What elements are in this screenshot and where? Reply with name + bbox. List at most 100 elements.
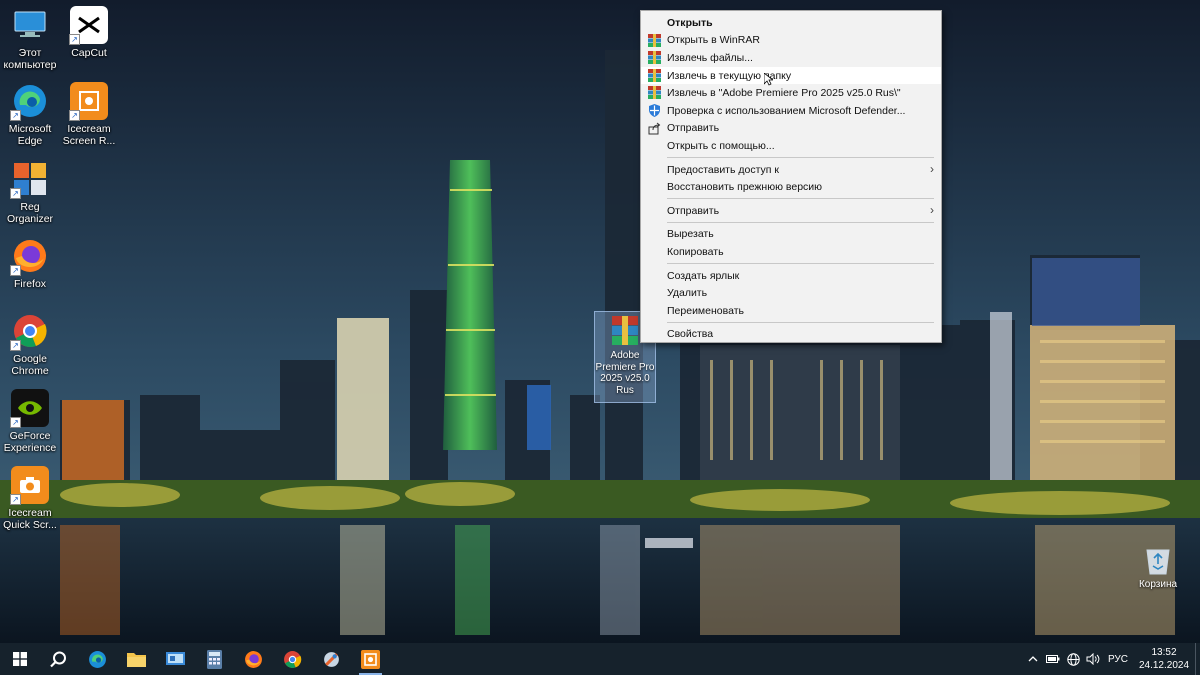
menu-item-open-with[interactable]: Открыть с помощью... xyxy=(641,137,941,155)
clock[interactable]: 13:52 24.12.2024 xyxy=(1133,646,1195,672)
desktop-icon-label: Google Chrome xyxy=(11,353,49,377)
menu-item-rename[interactable]: Переименовать xyxy=(641,302,941,320)
chevron-up-icon[interactable] xyxy=(1023,643,1043,675)
menu-item-label: Удалить xyxy=(667,287,708,300)
system-tray: РУС 13:52 24.12.2024 xyxy=(1023,643,1200,675)
shortcut-arrow-icon: ↗ xyxy=(10,110,21,121)
language-indicator[interactable]: РУС xyxy=(1103,654,1133,665)
edge-icon: ↗ xyxy=(10,82,49,121)
desktop-icon-icecream-quick[interactable]: ↗ Icecream Quick Scr... xyxy=(0,466,62,531)
menu-item-label: Открыть в WinRAR xyxy=(667,34,760,47)
taskbar: РУС 13:52 24.12.2024 xyxy=(0,643,1200,675)
shortcut-arrow-icon: ↗ xyxy=(10,265,21,276)
shortcut-arrow-icon: ↗ xyxy=(69,34,80,45)
desktop-icon-this-pc[interactable]: Этот компьютер xyxy=(0,6,62,71)
chevron-right-icon: › xyxy=(930,202,934,217)
capcut-icon: ↗ xyxy=(69,6,108,45)
taskbar-reg-organizer[interactable] xyxy=(312,643,351,675)
desktop-icon-label: Icecream Quick Scr... xyxy=(3,507,57,531)
menu-item-extract-files[interactable]: Извлечь файлы... xyxy=(641,49,941,67)
desktop-icon-label: Этот компьютер xyxy=(3,47,57,71)
winrar-icon xyxy=(648,68,661,82)
desktop-icon-geforce[interactable]: ↗ GeForce Experience xyxy=(0,389,62,454)
desktop-icon-label: Microsoft Edge xyxy=(8,123,52,147)
menu-item-label: Создать ярлык xyxy=(667,269,740,282)
menu-item-give-access[interactable]: Предоставить доступ к › xyxy=(641,161,941,179)
file-label: Adobe Premiere Pro 2025 v25.0 Rus xyxy=(595,350,655,396)
shortcut-arrow-icon: ↗ xyxy=(10,417,21,428)
desktop-icon-label: CapCut xyxy=(71,47,107,59)
clock-date: 24.12.2024 xyxy=(1138,660,1190,671)
reg-organizer-icon: ↗ xyxy=(10,160,49,199)
control-panel-icon xyxy=(166,652,185,665)
menu-item-share[interactable]: Отправить xyxy=(641,120,941,138)
shortcut-arrow-icon: ↗ xyxy=(10,494,21,505)
menu-item-create-shortcut[interactable]: Создать ярлык xyxy=(641,267,941,285)
desktop-icon-reg-organizer[interactable]: ↗ Reg Organizer xyxy=(0,160,62,225)
menu-item-label: Отправить xyxy=(667,122,720,135)
menu-item-label: Отправить xyxy=(667,204,720,217)
desktop-icon-icecream-recorder[interactable]: ↗ Icecream Screen R... xyxy=(57,82,121,147)
volume-icon[interactable] xyxy=(1083,643,1103,675)
shortcut-arrow-icon: ↗ xyxy=(69,110,80,121)
icecream-icon xyxy=(361,649,380,669)
winrar-icon xyxy=(648,51,661,65)
menu-item-label: Открыть xyxy=(667,16,713,29)
taskbar-firefox[interactable] xyxy=(234,643,273,675)
menu-item-extract-to-folder[interactable]: Извлечь в "Adobe Premiere Pro 2025 v25.0… xyxy=(641,84,941,102)
taskbar-explorer[interactable] xyxy=(117,643,156,675)
menu-item-cut[interactable]: Вырезать xyxy=(641,226,941,244)
defender-icon xyxy=(649,103,660,117)
taskbar-calculator[interactable] xyxy=(195,643,234,675)
start-button[interactable] xyxy=(0,643,39,675)
chevron-right-icon: › xyxy=(930,161,934,176)
search-icon xyxy=(50,651,66,667)
menu-item-extract-here[interactable]: Извлечь в текущую папку xyxy=(641,66,941,86)
shortcut-arrow-icon: ↗ xyxy=(10,340,21,351)
winrar-icon xyxy=(648,86,661,100)
menu-item-restore-previous[interactable]: Восстановить прежнюю версию xyxy=(641,178,941,196)
menu-item-defender-scan[interactable]: Проверка с использованием Microsoft Defe… xyxy=(641,102,941,120)
menu-item-open[interactable]: Открыть xyxy=(641,14,941,32)
network-globe-icon[interactable] xyxy=(1063,643,1083,675)
menu-item-label: Извлечь в "Adobe Premiere Pro 2025 v25.0… xyxy=(667,87,901,100)
desktop-icon-label: Firefox xyxy=(13,278,47,290)
share-icon xyxy=(648,122,661,135)
shortcut-arrow-icon: ↗ xyxy=(10,188,21,199)
taskbar-icecream[interactable] xyxy=(351,643,390,675)
menu-separator xyxy=(667,322,934,323)
menu-separator xyxy=(667,263,934,265)
menu-item-label: Свойства xyxy=(667,328,714,341)
firefox-icon xyxy=(245,650,262,668)
taskbar-chrome[interactable] xyxy=(273,643,312,675)
context-menu: Открыть Открыть в WinRAR Извлечь файлы..… xyxy=(640,10,942,343)
menu-item-properties[interactable]: Свойства xyxy=(641,326,941,344)
desktop-icon-label: GeForce Experience xyxy=(3,430,57,454)
desktop-icon-chrome[interactable]: ↗ Google Chrome xyxy=(0,312,62,377)
menu-item-delete[interactable]: Удалить xyxy=(641,284,941,302)
menu-item-label: Вырезать xyxy=(667,228,714,241)
chrome-icon: ↗ xyxy=(10,312,49,351)
recycle-bin[interactable]: Корзина xyxy=(1132,544,1184,590)
battery-icon[interactable] xyxy=(1043,643,1063,675)
menu-item-open-in-winrar[interactable]: Открыть в WinRAR xyxy=(641,32,941,50)
desktop-icon-edge[interactable]: ↗ Microsoft Edge xyxy=(0,82,62,147)
firefox-icon: ↗ xyxy=(10,237,49,276)
menu-item-label: Копировать xyxy=(667,245,724,258)
edge-icon xyxy=(89,650,106,668)
reg-organizer-icon xyxy=(324,651,339,667)
menu-separator xyxy=(667,198,934,200)
taskbar-edge[interactable] xyxy=(78,643,117,675)
desktop-icon-capcut[interactable]: ↗ CapCut xyxy=(57,6,121,59)
show-desktop-button[interactable] xyxy=(1195,643,1200,675)
menu-item-label: Извлечь файлы... xyxy=(667,51,753,64)
menu-separator xyxy=(667,222,934,224)
desktop-icon-firefox[interactable]: ↗ Firefox xyxy=(0,237,62,290)
menu-item-label: Открыть с помощью... xyxy=(667,139,775,152)
menu-item-copy[interactable]: Копировать xyxy=(641,243,941,261)
menu-separator xyxy=(667,157,934,159)
taskbar-control-panel[interactable] xyxy=(156,643,195,675)
search-button[interactable] xyxy=(39,643,78,675)
icecream-recorder-icon: ↗ xyxy=(69,82,108,121)
menu-item-send-to[interactable]: Отправить › xyxy=(641,202,941,220)
